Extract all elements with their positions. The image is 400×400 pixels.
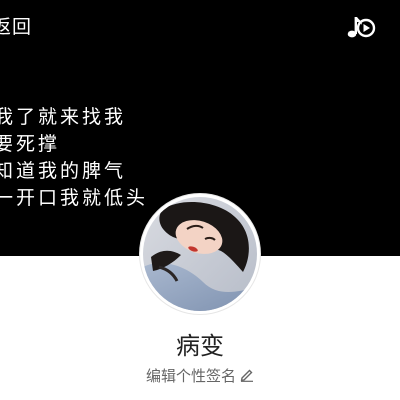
edit-signature-button[interactable]: 编辑个性签名: [0, 366, 400, 386]
cover-text-line: 一开口我就低头: [0, 187, 149, 209]
cover-text: 我了就来找我 要死撑 知道我的脾气 一开口我就低头: [0, 104, 148, 212]
avatar[interactable]: [140, 194, 260, 314]
signature-placeholder: 编辑个性签名: [145, 367, 236, 385]
back-button[interactable]: 返回: [0, 14, 32, 40]
cover-text-line: 知道我的脾气: [0, 160, 127, 182]
avatar-photo: [143, 197, 257, 311]
pencil-icon: [240, 369, 253, 382]
music-note-play-icon[interactable]: [346, 12, 376, 42]
cover-text-line: 我了就来找我: [0, 106, 127, 128]
profile-screen: 返回 我了就来找我 要死撑 知道我的脾气 一开口我就低头 病变 编辑个性签名: [0, 0, 400, 400]
cover-text-line: 要死撑: [0, 133, 61, 155]
username: 病变: [176, 332, 224, 360]
